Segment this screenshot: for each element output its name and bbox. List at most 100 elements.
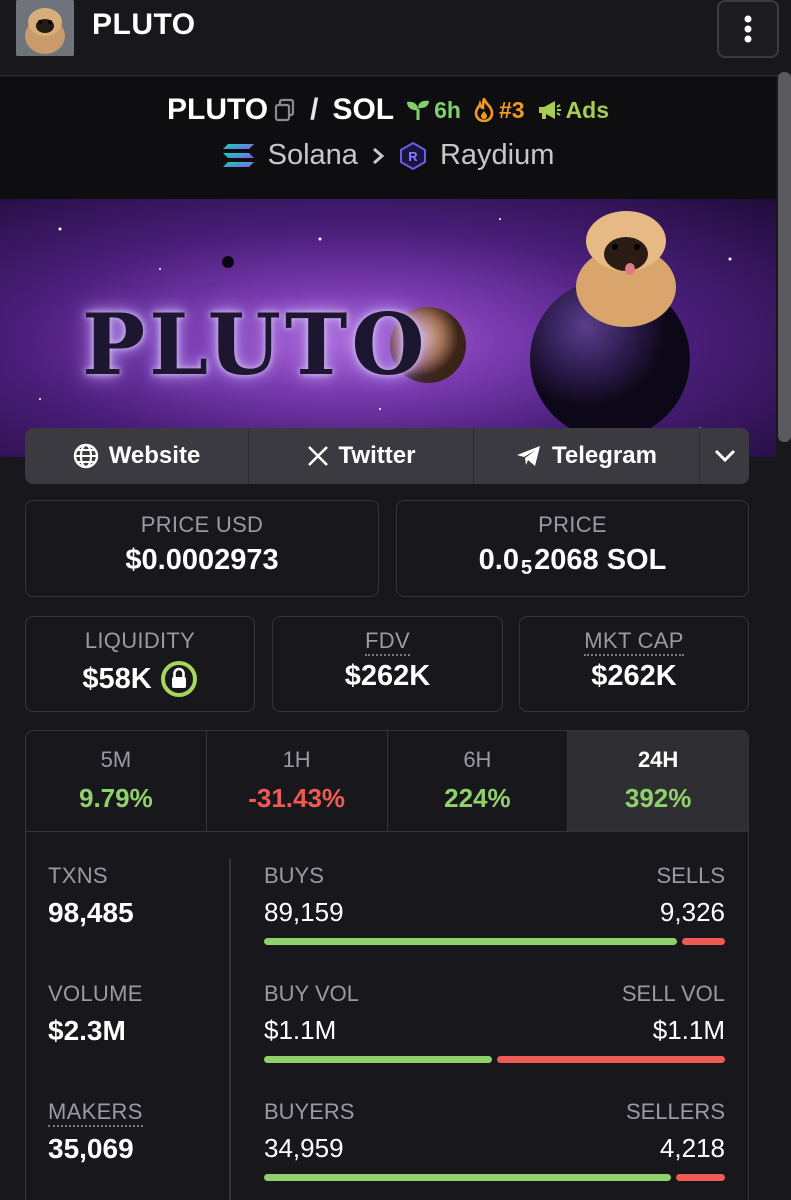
x-logo-icon	[307, 446, 328, 466]
globe-icon	[73, 443, 98, 469]
buys-sells-bar	[264, 938, 725, 945]
tab-24h[interactable]: 24H 392%	[568, 731, 748, 831]
buyers-sellers-row: BUYERS SELLERS 34,959 4,218	[264, 1099, 725, 1181]
copy-icon[interactable]	[274, 98, 296, 122]
megaphone-icon	[538, 101, 561, 119]
liquidity-label: LIQUIDITY	[84, 628, 196, 653]
sell-volume-bar-fill	[497, 1056, 725, 1063]
trending-rank-badge[interactable]: #3	[473, 97, 525, 124]
price-usd-card: PRICE USD $0.0002973	[25, 500, 379, 597]
fdv-value: $262K	[344, 660, 431, 692]
tab-period: 6H	[463, 747, 492, 772]
buyers-bar-fill	[264, 1174, 671, 1181]
ads-label: Ads	[565, 96, 610, 123]
dex-name[interactable]: Raydium	[440, 139, 554, 172]
ads-badge[interactable]: Ads	[537, 97, 609, 124]
buyers-label: BUYERS	[264, 1099, 355, 1124]
tab-change-value: 9.79%	[79, 783, 153, 813]
token-avatar	[16, 0, 74, 56]
lock-icon[interactable]	[160, 660, 198, 698]
buy-sell-volume-row: BUY VOL SELL VOL $1.1M $1.1M	[264, 981, 725, 1063]
tab-change-value: -31.43%	[248, 783, 346, 813]
sell-volume-label: SELL VOL	[621, 981, 725, 1006]
token-banner: PLUTO	[0, 199, 776, 457]
price-native-zero-count: 5	[521, 557, 533, 579]
website-link[interactable]: Website	[25, 428, 249, 484]
market-cap-card: MKT CAP $262K	[519, 616, 749, 712]
sprout-icon	[407, 100, 430, 120]
makers-stat: MAKERS 35,069	[48, 1099, 143, 1165]
quote-token-symbol: SOL	[332, 93, 395, 126]
makers-label[interactable]: MAKERS	[48, 1099, 143, 1127]
tab-change-value: 224%	[444, 783, 511, 813]
tab-change-value: 392%	[624, 783, 692, 813]
buys-label: BUYS	[264, 863, 324, 888]
price-usd-value: $0.0002973	[125, 544, 279, 576]
twitter-link[interactable]: Twitter	[249, 428, 474, 484]
top-bar: PLUTO	[0, 0, 791, 76]
sells-value: 9,326	[659, 897, 725, 927]
scrollbar[interactable]	[778, 72, 791, 442]
price-native-card: PRICE 0.0 5 2068 SOL	[396, 500, 749, 597]
price-usd-label: PRICE USD	[140, 512, 264, 537]
fdv-label[interactable]: FDV	[365, 628, 410, 656]
pair-age-badge: 6h	[406, 97, 461, 124]
buy-volume-bar-fill	[264, 1056, 492, 1063]
base-token-symbol: PLUTO	[166, 93, 269, 126]
banner-logo-text: PLUTO	[82, 295, 429, 394]
price-native-prefix: 0.0	[478, 544, 519, 576]
buy-volume-label: BUY VOL	[264, 981, 359, 1006]
telegram-icon	[517, 446, 541, 466]
solana-icon	[222, 143, 254, 167]
tab-5m[interactable]: 5M 9.79%	[26, 731, 207, 831]
telegram-link[interactable]: Telegram	[474, 428, 700, 484]
market-cap-value: $262K	[591, 660, 677, 692]
sellers-value: 4,218	[659, 1133, 725, 1163]
chevron-right-icon	[372, 147, 385, 164]
tab-period: 5M	[100, 747, 132, 772]
volume-stat: VOLUME $2.3M	[48, 981, 143, 1047]
pair-separator: /	[310, 93, 319, 126]
fdv-card: FDV $262K	[272, 616, 503, 712]
sellers-label: SELLERS	[625, 1099, 725, 1124]
buy-volume-value: $1.1M	[264, 1015, 337, 1045]
chevron-down-icon	[714, 449, 735, 463]
buys-bar-fill	[264, 938, 677, 945]
liquidity-value: $58K	[82, 662, 152, 695]
tab-period: 1H	[282, 747, 311, 772]
txns-value: 98,485	[48, 897, 134, 928]
sell-volume-value: $1.1M	[652, 1015, 725, 1045]
sells-label: SELLS	[656, 863, 726, 888]
more-menu-button[interactable]	[717, 0, 779, 58]
market-cap-label[interactable]: MKT CAP	[584, 628, 684, 656]
twitter-link-label: Twitter	[338, 442, 416, 469]
trending-rank: #3	[498, 96, 525, 123]
vertical-ellipsis-icon	[744, 15, 752, 43]
sells-bar-fill	[682, 938, 725, 945]
column-divider	[229, 858, 231, 1200]
raydium-icon: R	[399, 141, 426, 170]
chain-name[interactable]: Solana	[268, 139, 358, 172]
more-links-button[interactable]	[700, 428, 749, 484]
buys-value: 89,159	[264, 897, 344, 927]
tab-period: 24H	[637, 747, 679, 772]
tab-1h[interactable]: 1H -31.43%	[207, 731, 388, 831]
tab-6h[interactable]: 6H 224%	[388, 731, 569, 831]
sellers-bar-fill	[676, 1174, 725, 1181]
price-native-suffix: 2068 SOL	[534, 544, 667, 576]
txns-label: TXNS	[48, 863, 108, 888]
telegram-link-label: Telegram	[552, 442, 657, 469]
price-native-label: PRICE	[538, 512, 607, 537]
buyers-sellers-bar	[264, 1174, 725, 1181]
volume-value: $2.3M	[48, 1015, 126, 1046]
page-title: PLUTO	[92, 8, 196, 41]
volume-label: VOLUME	[48, 981, 143, 1006]
social-links-bar: Website Twitter Telegram	[25, 428, 749, 484]
makers-value: 35,069	[48, 1133, 134, 1164]
txns-stat: TXNS 98,485	[48, 863, 134, 929]
pair-age: 6h	[434, 96, 461, 123]
buy-sell-volume-bar	[264, 1056, 725, 1063]
transactions-panel: TXNS 98,485 VOLUME $2.3M MAKERS 35,069 B…	[25, 831, 749, 1200]
svg-text:R: R	[408, 149, 418, 164]
liquidity-card: LIQUIDITY $58K	[25, 616, 255, 712]
